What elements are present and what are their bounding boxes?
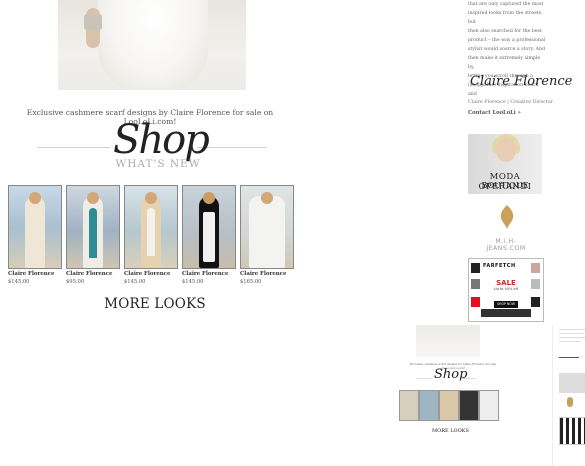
farfetch-product-strip — [481, 309, 531, 317]
preview-signature — [559, 351, 579, 358]
shop-subtitle: WHAT'S NEW — [115, 158, 201, 170]
bird-icon — [500, 205, 514, 229]
preview-product — [479, 390, 499, 421]
product-price: $145.00 — [182, 279, 204, 285]
preview-text-line — [559, 337, 585, 338]
product-card[interactable]: Claire Florence $145.00 — [182, 185, 236, 285]
preview-text-line — [559, 333, 583, 334]
product-name[interactable]: Claire Florence — [8, 271, 62, 277]
farfetch-subtitle: Up to 40% off — [494, 287, 518, 291]
intro-line: that are only captured the most — [468, 2, 544, 7]
preview-text-line — [559, 329, 585, 330]
product-name[interactable]: Claire Florence — [124, 271, 178, 277]
ad-model-face — [496, 138, 516, 162]
preview-divider — [416, 378, 432, 379]
farfetch-product-thumb — [471, 263, 480, 273]
hero-cuff — [84, 14, 102, 30]
intro-line: product – the way a professional — [468, 38, 546, 43]
product-head — [29, 192, 41, 204]
hero-image[interactable] — [58, 0, 246, 90]
preview-ad — [559, 373, 585, 393]
product-card[interactable]: Claire Florence $145.00 — [124, 185, 178, 285]
farfetch-sale: SALE — [496, 279, 516, 287]
product-price: $145.00 — [124, 279, 146, 285]
product-name[interactable]: Claire Florence — [182, 271, 236, 277]
ad-moda-line2: BOUTIQUE — [481, 181, 529, 190]
preview-product — [419, 390, 439, 421]
product-image[interactable] — [124, 185, 178, 269]
shop-logo[interactable]: Shop — [113, 120, 210, 160]
more-looks-link[interactable]: MORE LOOKS — [100, 296, 210, 312]
product-price: $165.00 — [240, 279, 262, 285]
farfetch-product-thumb — [471, 279, 480, 289]
product-head — [87, 192, 99, 204]
preview-shop-logo: Shop — [434, 367, 468, 382]
product-card[interactable]: Claire Florence $165.00 — [240, 185, 294, 285]
product-name[interactable]: Claire Florence — [66, 271, 120, 277]
preview-product — [459, 390, 479, 421]
hero-dress — [98, 0, 208, 90]
product-name[interactable]: Claire Florence — [240, 271, 294, 277]
intro-line: then also searched for the best — [468, 29, 542, 34]
ad-mih-text: M.i.H-JEANS.COM — [486, 238, 526, 252]
product-scarf — [147, 208, 155, 256]
product-price: $145.00 — [8, 279, 30, 285]
preview-hero — [416, 325, 480, 357]
product-card[interactable]: Claire Florence $145.00 — [8, 185, 62, 285]
product-image[interactable] — [182, 185, 236, 269]
preview-product — [399, 390, 419, 421]
product-price: $95.00 — [66, 279, 85, 285]
preview-more-looks: MORE LOOKS — [432, 428, 469, 434]
product-head — [261, 192, 273, 204]
product-image[interactable] — [66, 185, 120, 269]
product-image[interactable] — [240, 185, 294, 269]
intro-line: then make it extremely simple by, — [468, 56, 541, 70]
product-lace-panel — [203, 212, 215, 262]
preview-bird-icon — [567, 397, 573, 407]
farfetch-product-thumb — [531, 279, 540, 289]
sidebar-preview-thumbnail[interactable] — [552, 325, 585, 466]
product-image[interactable] — [8, 185, 62, 269]
preview-product — [439, 390, 459, 421]
product-head — [145, 192, 157, 204]
farfetch-shop-button[interactable]: SHOP NOW — [494, 301, 518, 308]
product-card[interactable]: Claire Florence $95.00 — [66, 185, 120, 285]
ad-mih-jeans[interactable]: M.i.H-JEANS.COM — [476, 204, 536, 252]
preview-text-line — [559, 341, 581, 342]
farfetch-product-thumb — [471, 297, 480, 307]
signature-caption: Claire Florence | Creative Director — [468, 100, 553, 105]
product-scarf — [89, 208, 97, 258]
preview-ad — [559, 417, 585, 445]
farfetch-brand: FARFETCH — [483, 263, 516, 269]
product-figure — [249, 196, 285, 268]
shop-divider-left — [38, 147, 110, 148]
intro-line: stylist would source a story. And — [468, 47, 545, 52]
product-head — [203, 192, 215, 204]
farfetch-product-thumb — [531, 297, 540, 307]
signature: Claire Florence — [470, 74, 573, 89]
ad-farfetch[interactable]: FARFETCH SALE Up to 40% off SHOP NOW — [468, 258, 544, 322]
intro-line: inspired looks from the streets, but — [468, 11, 543, 25]
ad-moda-operandi[interactable]: MODA OPERANDI BOUTIQUE — [468, 134, 542, 194]
product-figure — [25, 196, 45, 268]
farfetch-product-thumb — [531, 263, 540, 273]
contact-link[interactable]: Contact LooLoLi » — [468, 110, 521, 116]
